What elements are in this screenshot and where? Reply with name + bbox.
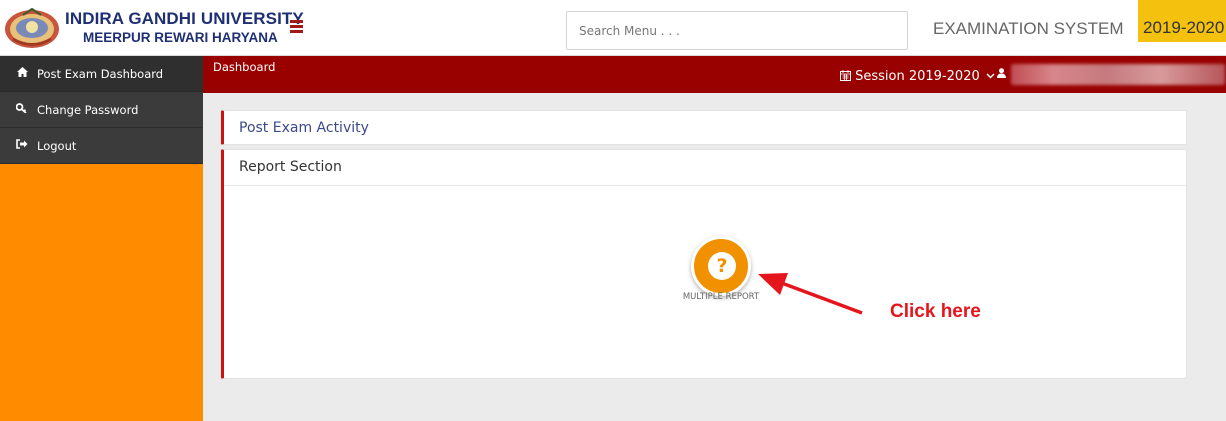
chevron-down-icon [986,73,995,79]
search-menu-input[interactable] [566,11,908,50]
multiple-report-button[interactable]: ? [691,236,751,296]
calendar-icon [840,70,851,81]
report-section-panel: Report Section ? MULTIPLE REPORT [221,149,1187,379]
panel-divider [224,185,1186,186]
panel-title-report-section[interactable]: Report Section [239,159,342,175]
year-badge: 2019-2020 [1138,0,1226,42]
breadcrumb: Dashboard [213,60,276,74]
panel-title-post-exam-activity[interactable]: Post Exam Activity [239,120,369,136]
sidebar-item-post-exam-dashboard[interactable]: Post Exam Dashboard [0,56,203,92]
top-navigation-bar: Dashboard Session 2019-2020 [203,56,1226,93]
question-circle-icon: ? [708,252,736,280]
university-name-line2: MEERPUR REWARI HARYANA [83,30,278,45]
university-logo [5,7,59,48]
session-selector[interactable]: Session 2019-2020 [840,69,995,84]
multiple-report-label[interactable]: MULTIPLE REPORT [668,292,774,302]
user-icon [997,68,1006,78]
sidebar-item-logout[interactable]: Logout [0,128,203,164]
system-title: EXAMINATION SYSTEM [933,19,1124,38]
sidebar-item-label: Change Password [37,102,139,117]
sign-out-icon [14,139,30,152]
top-header: INDIRA GANDHI UNIVERSITY MEERPUR REWARI … [0,0,1226,56]
university-name: INDIRA GANDHI UNIVERSITY MEERPUR REWARI … [65,10,304,45]
home-icon [14,67,30,80]
university-name-line1: INDIRA GANDHI UNIVERSITY [65,9,304,28]
sidebar-menu: Post Exam Dashboard Change Password Logo… [0,56,203,164]
user-name-redacted[interactable] [1011,64,1225,85]
sidebar-item-label: Post Exam Dashboard [37,66,164,81]
menu-toggle-icon[interactable] [290,20,303,33]
year-badge-text: 2019-2020 [1143,18,1225,37]
sidebar-item-label: Logout [37,138,77,153]
key-icon [14,103,30,116]
sidebar: Post Exam Dashboard Change Password Logo… [0,56,203,421]
sidebar-item-change-password[interactable]: Change Password [0,92,203,128]
post-exam-activity-panel[interactable]: Post Exam Activity [221,110,1187,145]
annotation-click-here: Click here [890,301,981,322]
session-label: Session 2019-2020 [855,69,980,84]
